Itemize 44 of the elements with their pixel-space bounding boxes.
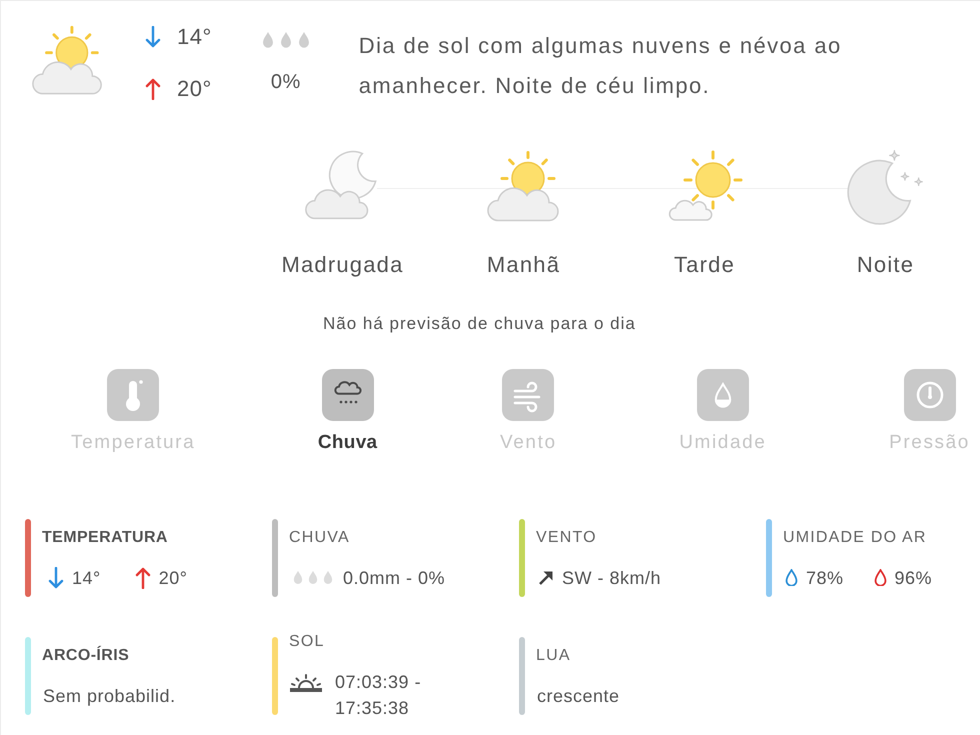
tab[interactable]: Chuva xyxy=(318,369,378,455)
tab[interactable]: Temperatura xyxy=(71,369,196,455)
gauge-icon xyxy=(904,369,956,421)
wind-speed: SW - 8km/h xyxy=(562,566,662,588)
up-arrow-icon xyxy=(145,78,161,100)
sunrise-icon xyxy=(289,672,323,692)
card-value: Sem probabilid. xyxy=(42,684,176,706)
min-humidity: 78% xyxy=(806,566,844,588)
max-temperature: 20° xyxy=(158,566,188,588)
max-temperature: 20° xyxy=(177,76,212,102)
humidity-drop-icon xyxy=(785,569,798,586)
wind-direction-arrow-icon xyxy=(538,570,554,586)
card-title: UMIDADE DO AR xyxy=(783,528,927,548)
rain-amount: 0.0mm - 0% xyxy=(343,566,446,588)
min-temperature: 14° xyxy=(72,566,101,588)
card-title: TEMPERATURA xyxy=(42,528,168,548)
down-arrow-icon xyxy=(145,26,161,48)
cloud-rain-icon xyxy=(322,369,374,421)
wind-icon xyxy=(502,369,554,421)
rain-forecast-note: Não há previsão de chuva para o dia xyxy=(323,313,636,335)
drop-icon xyxy=(696,369,749,421)
rain-chance: 0% xyxy=(270,71,301,94)
tab[interactable]: Vento xyxy=(500,369,557,455)
card-title: ARCO-ÍRIS xyxy=(42,646,130,666)
forecast-description: Dia de sol com algumas nuvens e névoa ao amanhecer. Noite de céu limpo. xyxy=(358,32,843,100)
period-label: Noite xyxy=(856,251,914,279)
card-title: SOL xyxy=(289,632,325,652)
card-title: LUA xyxy=(536,646,571,666)
max-humidity: 96% xyxy=(894,566,932,588)
sunrise-sunset-times: 07:03:39 - 17:35:38 xyxy=(335,670,422,720)
humidity-drop-icon xyxy=(874,569,887,586)
thermometer-icon xyxy=(107,369,160,421)
period-label: Madrugada xyxy=(281,251,404,279)
card-title: VENTO xyxy=(536,528,597,548)
card-value: crescente xyxy=(536,684,620,706)
raindrops-icon xyxy=(291,570,335,585)
tab[interactable]: Pressão xyxy=(889,369,970,455)
card-title: CHUVA xyxy=(289,528,350,548)
tab[interactable]: Umidade xyxy=(679,369,766,455)
period-label: Tarde xyxy=(674,251,736,279)
down-arrow-icon xyxy=(48,566,64,588)
up-arrow-icon xyxy=(134,566,151,588)
period-label: Manhã xyxy=(486,251,560,279)
min-temperature: 14° xyxy=(177,24,212,50)
